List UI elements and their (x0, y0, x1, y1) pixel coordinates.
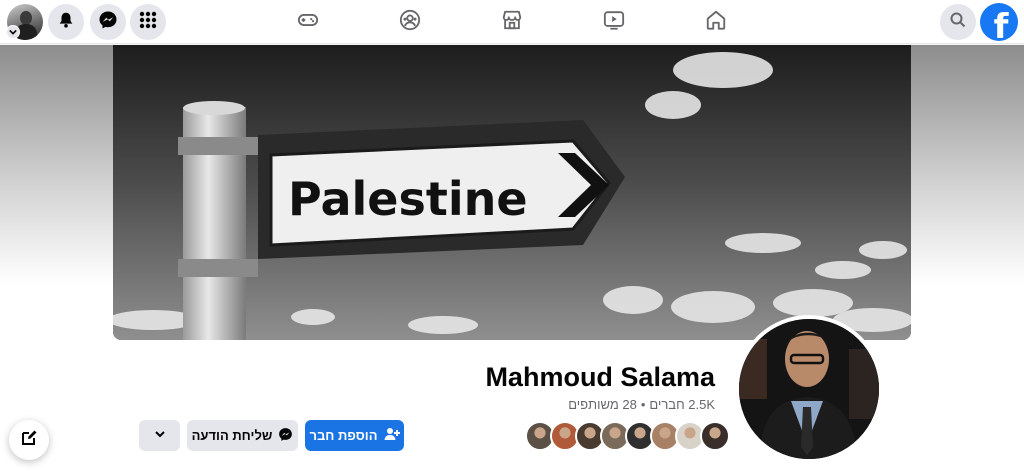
cover-photo-illustration: Palestine (113, 45, 911, 340)
marketplace-icon (501, 9, 523, 36)
gaming-icon (297, 9, 319, 36)
send-message-label: שליחת הודעה (191, 428, 273, 443)
tab-watch[interactable] (592, 0, 636, 44)
bell-icon (57, 11, 75, 34)
messenger-button[interactable] (90, 4, 126, 40)
friend-stats[interactable]: 2.5K חברים•28 משותפים (568, 397, 715, 412)
top-navigation-bar: f (0, 0, 1024, 44)
cover-photo[interactable]: Palestine (113, 45, 911, 340)
watch-icon (603, 9, 625, 36)
menu-grid-icon (139, 11, 157, 34)
mutual-friends-count[interactable]: 28 משותפים (568, 397, 637, 412)
tab-marketplace[interactable] (490, 0, 534, 44)
tab-gaming[interactable] (286, 0, 330, 44)
sign-text: Palestine (288, 172, 528, 226)
chevron-down-icon (154, 428, 166, 443)
search-button[interactable] (940, 4, 976, 40)
add-friend-icon (384, 426, 400, 445)
friend-avatar[interactable] (700, 421, 730, 451)
add-friend-button[interactable]: הוספת חבר (305, 420, 404, 451)
send-message-button[interactable]: שליחת הודעה (187, 420, 298, 451)
new-message-button[interactable] (9, 420, 49, 460)
menu-button[interactable] (130, 4, 166, 40)
friend-avatars (525, 421, 730, 451)
search-icon (950, 12, 966, 33)
messenger-icon (98, 10, 118, 35)
chevron-down-icon[interactable] (6, 25, 20, 39)
profile-photo-illustration (739, 319, 879, 459)
facebook-logo-letter: f (993, 7, 1009, 41)
profile-picture[interactable] (735, 315, 883, 463)
home-icon (705, 9, 727, 36)
tab-groups[interactable] (388, 0, 432, 44)
more-options-button[interactable] (139, 420, 180, 451)
messenger-icon (278, 427, 293, 445)
notifications-button[interactable] (48, 4, 84, 40)
friends-count[interactable]: 2.5K חברים (649, 397, 715, 412)
avatar-head (20, 11, 32, 25)
profile-name: Mahmoud Salama (485, 362, 715, 392)
groups-icon (399, 9, 421, 36)
compose-icon (20, 429, 38, 452)
facebook-logo[interactable]: f (980, 3, 1018, 41)
tab-home[interactable] (694, 0, 738, 44)
add-friend-label: הוספת חבר (309, 428, 378, 443)
stats-separator: • (640, 397, 646, 412)
